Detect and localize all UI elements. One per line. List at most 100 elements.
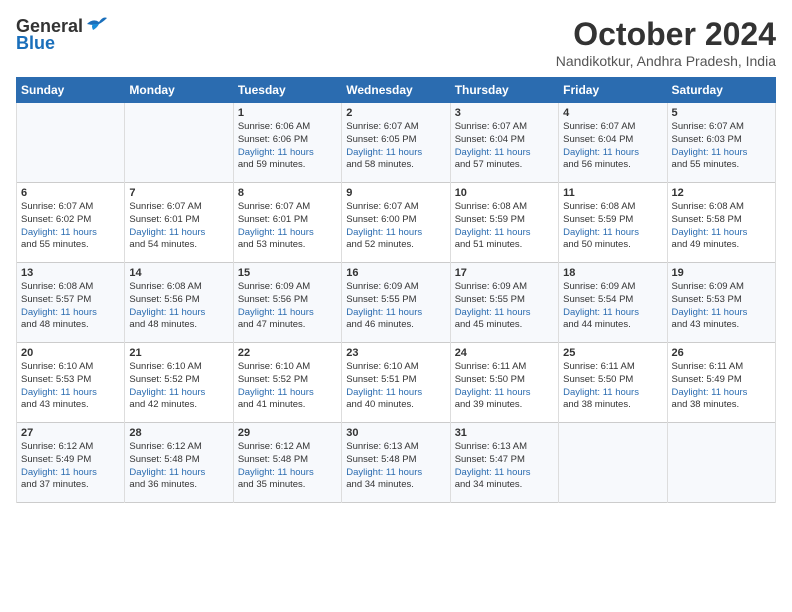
calendar-cell: 26 Sunrise: 6:11 AM Sunset: 5:49 PM Dayligh… [667,343,775,423]
day-info: Sunrise: 6:09 AM Sunset: 5:53 PM Daylight:… [672,281,771,332]
daylight-hours: Daylight: 11 hours [672,307,748,318]
sun-time: Sunset: 6:01 PM [129,214,199,225]
daylight-hours: Daylight: 11 hours [238,227,314,238]
calendar-cell: 25Sunrise: 6:11 AMSunset: 5:50 PMDayligh… [559,343,667,423]
sun-time: and 48 minutes. [129,319,197,330]
daylight-hours: Daylight: 11 hours [129,467,205,478]
daylight-hours: Daylight: 11 hours [563,307,639,318]
day-info: Sunrise: 6:08 AMSunset: 5:59 PMDaylight:… [455,201,554,252]
daylight-hours: Daylight: 11 hours [238,467,314,478]
weekday-header-row: SundayMondayTuesdayWednesdayThursdayFrid… [17,78,776,103]
logo-blue-text: Blue [16,33,55,54]
day-number: 4 [563,107,662,119]
sun-time: Sunset: 5:58 PM [672,214,742,225]
sun-time: Sunrise: 6:07 AM [672,121,744,132]
day-number: 17 [455,267,554,279]
sun-time: Sunrise: 6:12 AM [129,441,201,452]
sun-time: and 55 minutes. [21,239,89,250]
sun-time: and 47 minutes. [238,319,306,330]
day-info: Sunrise: 6:11 AM Sunset: 5:49 PM Daylight:… [672,361,771,412]
daylight-hours: Daylight: 11 hours [672,227,748,238]
weekday-header-wednesday: Wednesday [342,78,450,103]
day-info: Sunrise: 6:07 AMSunset: 6:03 PMDaylight:… [672,121,771,172]
day-number: 8 [238,187,337,199]
sun-time: and 45 minutes. [455,319,523,330]
sun-time: Sunset: 5:55 PM [346,294,416,305]
sun-time: Sunrise: 6:10 AM [21,361,93,372]
day-number: 10 [455,187,554,199]
day-info: Sunrise: 6:09 AMSunset: 5:56 PMDaylight:… [238,281,337,332]
sun-time: Sunset: 5:54 PM [563,294,633,305]
daylight-hours: Daylight: 11 hours [455,387,531,398]
sun-time: Sunset: 5:49 PM [672,374,742,385]
day-info: Sunrise: 6:12 AMSunset: 5:48 PMDaylight:… [129,441,228,492]
day-info: Sunrise: 6:11 AMSunset: 5:50 PMDaylight:… [455,361,554,412]
calendar-cell: 5Sunrise: 6:07 AMSunset: 6:03 PMDaylight… [667,103,775,183]
day-number: 18 [563,267,662,279]
calendar-cell: 1Sunrise: 6:06 AMSunset: 6:06 PMDaylight… [233,103,341,183]
day-info: Sunrise: 6:10 AMSunset: 5:51 PMDaylight:… [346,361,445,412]
sun-time: Sunset: 6:04 PM [455,134,525,145]
sun-time: Sunset: 5:53 PM [672,294,742,305]
daylight-hours: Daylight: 11 hours [238,147,314,158]
daylight-hours: Daylight: 11 hours [346,227,422,238]
calendar-cell: 30Sunrise: 6:13 AMSunset: 5:48 PMDayligh… [342,423,450,503]
weekday-header-monday: Monday [125,78,233,103]
sun-time: Sunrise: 6:07 AM [346,121,418,132]
calendar-week-1: 1Sunrise: 6:06 AMSunset: 6:06 PMDaylight… [17,103,776,183]
day-info: Sunrise: 6:12 AMSunset: 5:49 PMDaylight:… [21,441,120,492]
calendar-cell: 24Sunrise: 6:11 AMSunset: 5:50 PMDayligh… [450,343,558,423]
weekday-header-saturday: Saturday [667,78,775,103]
calendar-cell: 16Sunrise: 6:09 AMSunset: 5:55 PMDayligh… [342,263,450,343]
day-number: 22 [238,347,337,359]
sun-time: Sunrise: 6:08 AM [129,281,201,292]
day-number: 28 [129,427,228,439]
sun-time: and 34 minutes. [346,479,414,490]
sun-time: and 54 minutes. [129,239,197,250]
day-info: Sunrise: 6:08 AMSunset: 5:57 PMDaylight:… [21,281,120,332]
calendar-cell: 6Sunrise: 6:07 AMSunset: 6:02 PMDaylight… [17,183,125,263]
daylight-hours: Daylight: 11 hours [563,147,639,158]
day-number: 26 [672,347,771,359]
sun-time: and 41 minutes. [238,399,306,410]
daylight-hours: Daylight: 11 hours [238,387,314,398]
daylight-hours: Daylight: 11 hours [346,467,422,478]
sun-time: and 51 minutes. [455,239,523,250]
sun-time: Sunset: 6:05 PM [346,134,416,145]
sun-time: Sunrise: 6:07 AM [455,121,527,132]
sun-time: Sunrise: 6:11 AM [563,361,635,372]
calendar-cell: 15Sunrise: 6:09 AMSunset: 5:56 PMDayligh… [233,263,341,343]
calendar-cell: 27Sunrise: 6:12 AMSunset: 5:49 PMDayligh… [17,423,125,503]
day-info: Sunrise: 6:11 AMSunset: 5:50 PMDaylight:… [563,361,662,412]
daylight-hours: Daylight: 11 hours [563,227,639,238]
sun-time: and 43 minutes. [672,319,740,330]
calendar-cell: 29Sunrise: 6:12 AMSunset: 5:48 PMDayligh… [233,423,341,503]
sun-time: and 36 minutes. [129,479,197,490]
calendar-cell: 9Sunrise: 6:07 AMSunset: 6:00 PMDaylight… [342,183,450,263]
sun-time: Sunset: 5:50 PM [455,374,525,385]
sun-time: and 57 minutes. [455,159,523,170]
sun-time: Sunrise: 6:10 AM [346,361,418,372]
daylight-hours: Daylight: 11 hours [672,387,748,398]
day-info: Sunrise: 6:07 AM Sunset: 6:04 PM Daylight:… [455,121,554,172]
daylight-hours: Daylight: 11 hours [346,387,422,398]
sun-time: and 40 minutes. [346,399,414,410]
sun-time: and 37 minutes. [21,479,89,490]
sun-time: and 59 minutes. [238,159,306,170]
calendar-cell [559,423,667,503]
daylight-hours: Daylight: 11 hours [455,147,531,158]
day-info: Sunrise: 6:13 AMSunset: 5:47 PMDaylight:… [455,441,554,492]
sun-time: and 39 minutes. [455,399,523,410]
sun-time: Sunrise: 6:13 AM [346,441,418,452]
sun-time: Sunrise: 6:07 AM [21,201,93,212]
sun-time: Sunrise: 6:11 AM [672,361,744,372]
daylight-hours: Daylight: 11 hours [21,227,97,238]
sun-time: Sunrise: 6:09 AM [672,281,744,292]
daylight-hours: Daylight: 11 hours [129,227,205,238]
logo-bird-icon [85,16,107,34]
calendar-cell [667,423,775,503]
sun-time: Sunrise: 6:08 AM [672,201,744,212]
sun-time: Sunset: 5:52 PM [129,374,199,385]
day-number: 29 [238,427,337,439]
sun-time: Sunrise: 6:07 AM [563,121,635,132]
